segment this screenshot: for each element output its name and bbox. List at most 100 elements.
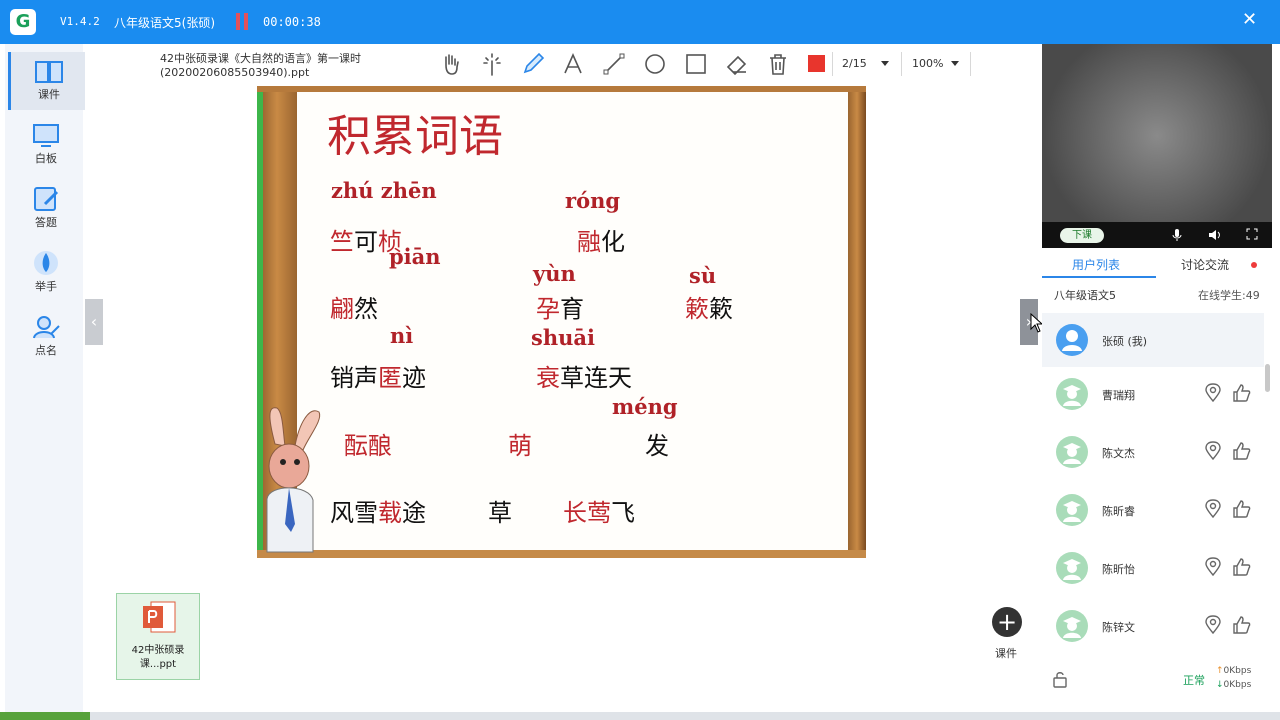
avatar [1056,610,1088,642]
add-courseware-button[interactable]: + [992,607,1022,637]
class-name: 八年级语文5 [1054,289,1116,302]
sidebar-item-label: 白板 [35,152,57,165]
prev-page-arrow[interactable]: ‹ [85,299,103,345]
location-pin-icon[interactable] [1204,499,1222,519]
pinyin-label: nì [390,323,414,348]
text-icon [564,53,582,74]
thumbs-up-icon[interactable] [1232,615,1252,635]
online-count: 在线学生:49 [1198,289,1260,302]
user-list-scrollbar[interactable] [1265,364,1270,392]
sidebar-item-label: 举手 [35,280,57,293]
person-icon [1062,330,1082,351]
sidebar-item-answer[interactable]: 答题 [8,180,84,238]
student-icon [1063,559,1081,580]
vocab-word: 发 [645,432,669,460]
slide-frame [848,86,866,558]
tab-discussion[interactable]: 讨论交流 [1181,256,1229,273]
avatar [1056,494,1088,526]
end-class-button[interactable]: 下课 [1060,228,1104,243]
user-name: 陈锌文 [1102,621,1135,634]
pinyin-label: méng [612,394,678,419]
toolbar-divider [832,52,833,76]
pen-tool[interactable] [520,51,546,77]
roll-call-icon [33,316,60,339]
raise-hand-icon [34,251,58,275]
page-selector[interactable]: 2/15 [842,57,867,70]
add-courseware-label: 课件 [995,647,1017,660]
eraser-icon [726,55,747,76]
zoom-selector[interactable]: 100% [912,57,943,70]
student-icon [1063,385,1081,406]
hand-tool[interactable] [438,51,464,77]
circle-tool[interactable] [642,51,668,77]
location-pin-icon[interactable] [1204,615,1222,635]
speaker-icon[interactable] [1208,228,1222,242]
class-title: 八年级语文5(张硕) [114,16,215,30]
ppt-file-icon [143,601,176,633]
pen-color-swatch[interactable] [808,55,825,72]
pinyin-label: zhú zhēn [331,178,437,203]
sidebar-item-whiteboard[interactable]: 白板 [8,116,84,174]
thumbs-up-icon[interactable] [1232,499,1252,519]
document-name: 42中张硕录课《大自然的语言》第一课时(20200206085503940).p… [160,52,361,79]
version-label: V1.4.2 [60,15,100,28]
vocab-word: 长莺飞 [563,499,635,527]
eraser-tool[interactable] [724,51,750,77]
tab-user-list[interactable]: 用户列表 [1072,256,1120,273]
line-tool[interactable] [601,51,627,77]
location-pin-icon[interactable] [1204,557,1222,577]
vocab-word: 酝酿 [344,432,392,460]
fullscreen-icon[interactable] [1246,228,1258,240]
rectangle-tool[interactable] [683,51,709,77]
pause-icon[interactable] [236,13,240,30]
delete-tool[interactable] [765,51,791,77]
slide-frame [257,550,866,558]
student-icon [1063,617,1081,638]
user-row[interactable]: 张硕 (我) [1042,313,1264,367]
sidebar-item-courseware[interactable]: 课件 [8,52,87,110]
sidebar-item-label: 点名 [35,344,57,357]
thumbs-up-icon[interactable] [1232,441,1252,461]
vocab-word: 孕育 [536,295,584,323]
trash-icon [770,54,786,75]
slide-title: 积累词语 [327,111,503,162]
rectangle-icon [686,54,706,74]
microphone-icon[interactable] [1171,228,1183,242]
close-icon[interactable]: ✕ [1242,9,1257,30]
title-bar: G V1.4.2 八年级语文5(张硕) 00:00:38 ✕ [0,0,1280,44]
vocab-word: 风雪载途 [330,499,426,527]
chevron-down-icon[interactable] [881,61,889,66]
vocab-word: 萌 [508,432,532,460]
sidebar-item-raise-hand[interactable]: 举手 [8,244,84,302]
laser-pointer-tool[interactable] [479,51,505,77]
courseware-thumbnail[interactable]: 42中张硕录课...ppt [116,593,200,680]
avatar [1056,378,1088,410]
user-name: 陈昕睿 [1102,505,1135,518]
sidebar-item-roll-call[interactable]: 点名 [8,308,84,366]
vocab-word: 草 [488,499,512,527]
user-name: 张硕 (我) [1102,335,1148,348]
chevron-down-icon[interactable] [951,61,959,66]
user-row[interactable]: 陈锌文 [1042,599,1264,653]
laser-pointer-icon [483,53,501,76]
thumbs-up-icon[interactable] [1232,383,1252,403]
text-tool[interactable] [560,51,586,77]
location-pin-icon[interactable] [1204,441,1222,461]
user-row[interactable]: 陈昕睿 [1042,483,1264,537]
user-row[interactable]: 陈文杰 [1042,425,1264,479]
student-icon [1063,443,1081,464]
circle-icon [645,54,665,74]
user-row[interactable]: 陈昕怡 [1042,541,1264,595]
vocab-word: 融化 [577,228,625,256]
user-row[interactable]: 曹瑞翔 [1042,367,1264,421]
slide-canvas[interactable]: 积累词语 zhú zhēn róng piān yùn sù nì shuāi … [257,86,866,558]
active-tab-indicator [1042,276,1156,278]
vocab-word: 竺可桢 [330,228,402,256]
answer-icon [34,187,59,211]
unlock-icon[interactable] [1052,670,1068,688]
thumbs-up-icon[interactable] [1232,557,1252,577]
location-pin-icon[interactable] [1204,383,1222,403]
network-status: 正常 [1183,674,1205,687]
book-icon [35,61,63,83]
user-name: 曹瑞翔 [1102,389,1135,402]
